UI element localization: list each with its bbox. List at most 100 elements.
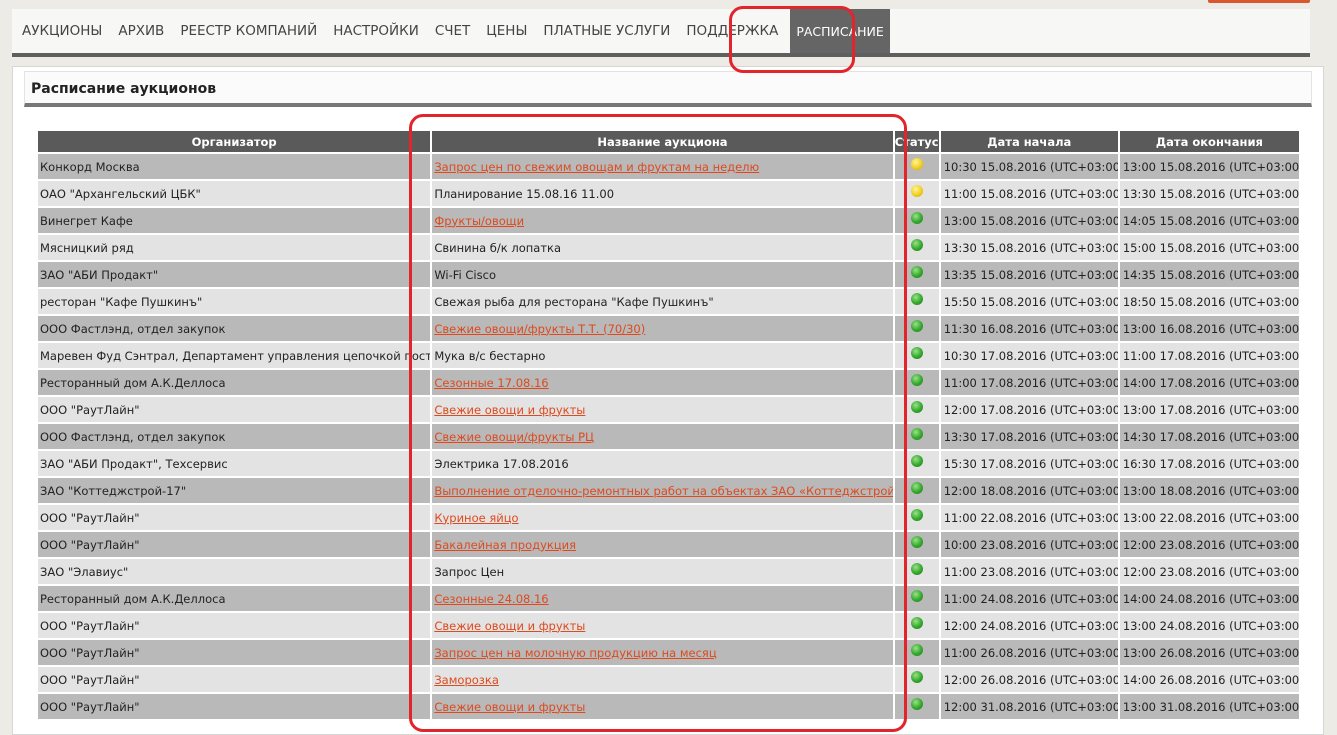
table-row: ЗАО "АБИ Продакт" Wi-Fi Cisco 13:35 15.08.… [38, 262, 1299, 287]
cell-organizer: Ресторанный дом А.К.Деллоса [38, 586, 431, 611]
nav-item-archive[interactable]: АРХИВ [110, 9, 172, 53]
cell-end-date: 11:00 17.08.2016 (UTC+03:00) [1119, 343, 1299, 368]
nav-item-schedule[interactable]: РАСПИСАНИЕ [790, 9, 890, 53]
nav-item-prices[interactable]: ЦЕНЫ [478, 9, 535, 53]
cell-end-date: 13:00 26.08.2016 (UTC+03:00) [1119, 640, 1299, 665]
nav-item-account[interactable]: СЧЕТ [427, 9, 478, 53]
auction-link[interactable]: Выполнение отделочно-ремонтных работ на … [434, 484, 892, 498]
table-row: Маревен Фуд Сэнтрал, Департамент управле… [38, 343, 1299, 368]
auction-link[interactable]: Свежие овощи и фрукты [434, 403, 585, 417]
cell-auction-name: Свежие овощи и фрукты [432, 613, 893, 638]
cell-end-date: 14:00 24.08.2016 (UTC+03:00) [1119, 586, 1299, 611]
cell-status [894, 478, 939, 503]
auction-link[interactable]: Свежие овощи и фрукты [434, 700, 585, 714]
status-dot-icon [910, 373, 923, 386]
status-dot-icon [910, 184, 923, 197]
nav-item-company-registry[interactable]: РЕЕСТР КОМПАНИЙ [172, 9, 325, 53]
auction-link[interactable]: Заморозка [434, 673, 499, 687]
nav-item-paid-services[interactable]: ПЛАТНЫЕ УСЛУГИ [535, 9, 678, 53]
auction-name-text: Планирование 15.08.16 11.00 [434, 186, 615, 201]
cell-status [894, 235, 939, 260]
cell-start-date: 12:00 17.08.2016 (UTC+03:00) [940, 397, 1118, 422]
top-accent-bar [1208, 0, 1310, 3]
auction-link[interactable]: Свежие овощи и фрукты [434, 619, 585, 633]
auction-name-text: Мука в/с бестарно [434, 348, 546, 363]
auction-link[interactable]: Сезонные 17.08.16 [434, 376, 548, 390]
cell-status [894, 505, 939, 530]
cell-status [894, 397, 939, 422]
auction-link[interactable]: Сезонные 24.08.16 [434, 592, 548, 606]
cell-start-date: 10:30 17.08.2016 (UTC+03:00) [940, 343, 1118, 368]
status-dot-icon [910, 211, 923, 224]
auction-link[interactable]: Запрос цен по свежим овощам и фруктам на… [434, 160, 759, 174]
auction-link[interactable]: Свежие овощи/фрукты РЦ [434, 430, 594, 444]
cell-organizer: ООО "РаутЛайн" [38, 667, 431, 692]
cell-organizer: Мясницкий ряд [38, 235, 431, 260]
header-auction-name[interactable]: Название аукциона [432, 131, 893, 152]
cell-start-date: 11:00 26.08.2016 (UTC+03:00) [940, 640, 1118, 665]
cell-auction-name: Свинина б/к лопатка [432, 235, 893, 260]
cell-auction-name: Выполнение отделочно-ремонтных работ на … [432, 478, 893, 503]
cell-status [894, 262, 939, 287]
cell-organizer: ООО "РаутЛайн" [38, 613, 431, 638]
cell-end-date: 13:00 18.08.2016 (UTC+03:00) [1119, 478, 1299, 503]
cell-status [894, 154, 939, 179]
cell-status [894, 289, 939, 314]
status-dot-icon [910, 535, 923, 548]
cell-status [894, 181, 939, 206]
nav-item-support[interactable]: ПОДДЕРЖКА [678, 9, 786, 53]
header-organizer[interactable]: Организатор [38, 131, 431, 152]
cell-status [894, 559, 939, 584]
cell-end-date: 18:50 15.08.2016 (UTC+03:00) [1119, 289, 1299, 314]
cell-start-date: 13:30 17.08.2016 (UTC+03:00) [940, 424, 1118, 449]
cell-status [894, 316, 939, 341]
cell-auction-name: Сезонные 17.08.16 [432, 370, 893, 395]
auction-link[interactable]: Запрос цен на молочную продукцию на меся… [434, 646, 716, 660]
table-row: ООО "РаутЛайн" Свежие овощи и фрукты 12:00… [38, 694, 1299, 719]
status-dot-icon [910, 643, 923, 656]
cell-end-date: 14:35 15.08.2016 (UTC+03:00) [1119, 262, 1299, 287]
main-nav: АУКЦИОНЫ АРХИВ РЕЕСТР КОМПАНИЙ НАСТРОЙКИ… [12, 9, 1310, 57]
cell-start-date: 11:00 24.08.2016 (UTC+03:00) [940, 586, 1118, 611]
auction-name-text: Wi-Fi Cisco [434, 267, 496, 282]
cell-start-date: 15:50 15.08.2016 (UTC+03:00) [940, 289, 1118, 314]
auction-link[interactable]: Свежие овощи/фрукты Т.Т. (70/30) [434, 322, 645, 336]
table-row: ЗАО "Элавиус" Запрос Цен 11:00 23.08.2016 … [38, 559, 1299, 584]
cell-status [894, 586, 939, 611]
auction-link[interactable]: Фрукты/овощи [434, 214, 524, 228]
cell-auction-name: Свежая рыба для ресторана "Кафе Пушкинъ" [432, 289, 893, 314]
cell-start-date: 11:00 15.08.2016 (UTC+03:00) [940, 181, 1118, 206]
status-dot-icon [910, 292, 923, 305]
cell-status [894, 451, 939, 476]
cell-end-date: 13:00 31.08.2016 (UTC+03:00) [1119, 694, 1299, 719]
cell-end-date: 14:30 17.08.2016 (UTC+03:00) [1119, 424, 1299, 449]
cell-start-date: 11:00 23.08.2016 (UTC+03:00) [940, 559, 1118, 584]
nav-item-auctions[interactable]: АУКЦИОНЫ [12, 9, 110, 53]
status-dot-icon [910, 346, 923, 359]
cell-organizer: Маревен Фуд Сэнтрал, Департамент управле… [38, 343, 431, 368]
cell-auction-name: Мука в/с бестарно [432, 343, 893, 368]
table-row: ЗАО "АБИ Продакт", Техсервис Электрика 17… [38, 451, 1299, 476]
status-dot-icon [910, 481, 923, 494]
header-end-date[interactable]: Дата окончания [1119, 131, 1299, 152]
header-status[interactable]: Статус [894, 131, 939, 152]
cell-organizer: ОАО "Архангельский ЦБК" [38, 181, 431, 206]
cell-start-date: 12:00 18.08.2016 (UTC+03:00) [940, 478, 1118, 503]
nav-item-settings[interactable]: НАСТРОЙКИ [325, 9, 427, 53]
auction-link[interactable]: Куриное яйцо [434, 511, 518, 525]
auction-name-text: Свинина б/к лопатка [434, 240, 562, 255]
status-dot-icon [910, 427, 923, 440]
table-row: ООО "РаутЛайн" Запрос цен на молочную про… [38, 640, 1299, 665]
cell-status [894, 667, 939, 692]
cell-auction-name: Электрика 17.08.2016 [432, 451, 893, 476]
auction-link[interactable]: Бакалейная продукция [434, 538, 576, 552]
header-start-date[interactable]: Дата начала [940, 131, 1118, 152]
cell-auction-name: Свежие овощи и фрукты [432, 694, 893, 719]
cell-start-date: 12:00 26.08.2016 (UTC+03:00) [940, 667, 1118, 692]
cell-auction-name: Запрос цен на молочную продукцию на меся… [432, 640, 893, 665]
cell-end-date: 13:00 24.08.2016 (UTC+03:00) [1119, 613, 1299, 638]
table-row: ООО "РаутЛайн" Свежие овощи и фрукты 12:00… [38, 613, 1299, 638]
status-dot-icon [910, 157, 923, 170]
cell-auction-name: Wi-Fi Cisco [432, 262, 893, 287]
cell-start-date: 13:30 15.08.2016 (UTC+03:00) [940, 235, 1118, 260]
